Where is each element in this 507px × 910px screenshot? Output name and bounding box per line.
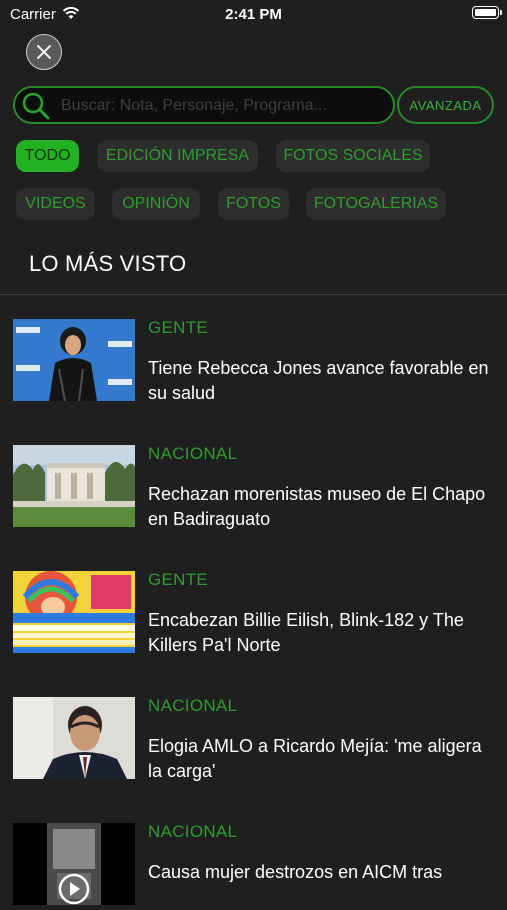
divider bbox=[0, 294, 507, 295]
news-title: Causa mujer destrozos en AICM tras bbox=[148, 862, 443, 882]
news-title: Encabezan Billie Eilish, Blink-182 y The… bbox=[148, 610, 464, 655]
news-thumbnail bbox=[13, 697, 135, 779]
news-category: NACIONAL bbox=[148, 444, 238, 463]
filter-edicion-impresa[interactable]: EDICIÓN IMPRESA bbox=[97, 140, 258, 172]
news-title: Tiene Rebecca Jones avance favorable en … bbox=[148, 358, 489, 403]
section-title: LO MÁS VISTO bbox=[29, 251, 187, 276]
news-thumbnail bbox=[13, 445, 135, 527]
search-icon bbox=[22, 92, 50, 120]
filter-fotogalerias[interactable]: FOTOGALERIAS bbox=[306, 188, 446, 220]
filter-opinion[interactable]: OPINIÓN bbox=[112, 188, 200, 220]
advanced-search-button[interactable]: AVANZADA bbox=[397, 86, 494, 124]
news-item[interactable]: NACIONAL Rechazan morenistas museo de El… bbox=[0, 422, 507, 532]
news-category: GENTE bbox=[148, 318, 209, 337]
filter-fotos[interactable]: FOTOS bbox=[218, 188, 289, 220]
news-title: Rechazan morenistas museo de El Chapo en… bbox=[148, 484, 486, 529]
search-input[interactable] bbox=[59, 90, 389, 122]
news-category: NACIONAL bbox=[148, 696, 238, 715]
news-item[interactable]: GENTE Tiene Rebecca Jones avance favorab… bbox=[0, 296, 507, 406]
news-item[interactable]: GENTE Encabezan Billie Eilish, Blink-182… bbox=[0, 548, 507, 658]
clock: 2:41 PM bbox=[225, 6, 282, 23]
news-category: GENTE bbox=[148, 570, 209, 589]
news-item[interactable]: NACIONAL Causa mujer destrozos en AICM t… bbox=[0, 800, 507, 910]
filter-videos[interactable]: VIDEOS bbox=[16, 188, 95, 220]
status-bar: Carrier 2:41 PM bbox=[0, 0, 507, 30]
filter-todo[interactable]: TODO bbox=[16, 140, 79, 172]
news-thumbnail bbox=[13, 823, 135, 905]
search-bar[interactable] bbox=[13, 86, 395, 124]
news-category: NACIONAL bbox=[148, 822, 238, 841]
filter-fotos-sociales[interactable]: FOTOS SOCIALES bbox=[276, 140, 430, 172]
news-item[interactable]: NACIONAL Elogia AMLO a Ricardo Mejía: 'm… bbox=[0, 674, 507, 784]
close-icon bbox=[37, 45, 51, 59]
battery-icon bbox=[472, 6, 502, 19]
close-button[interactable] bbox=[26, 34, 62, 70]
news-thumbnail bbox=[13, 571, 135, 653]
news-title: Elogia AMLO a Ricardo Mejía: 'me aligera… bbox=[148, 736, 482, 781]
news-thumbnail bbox=[13, 319, 135, 401]
